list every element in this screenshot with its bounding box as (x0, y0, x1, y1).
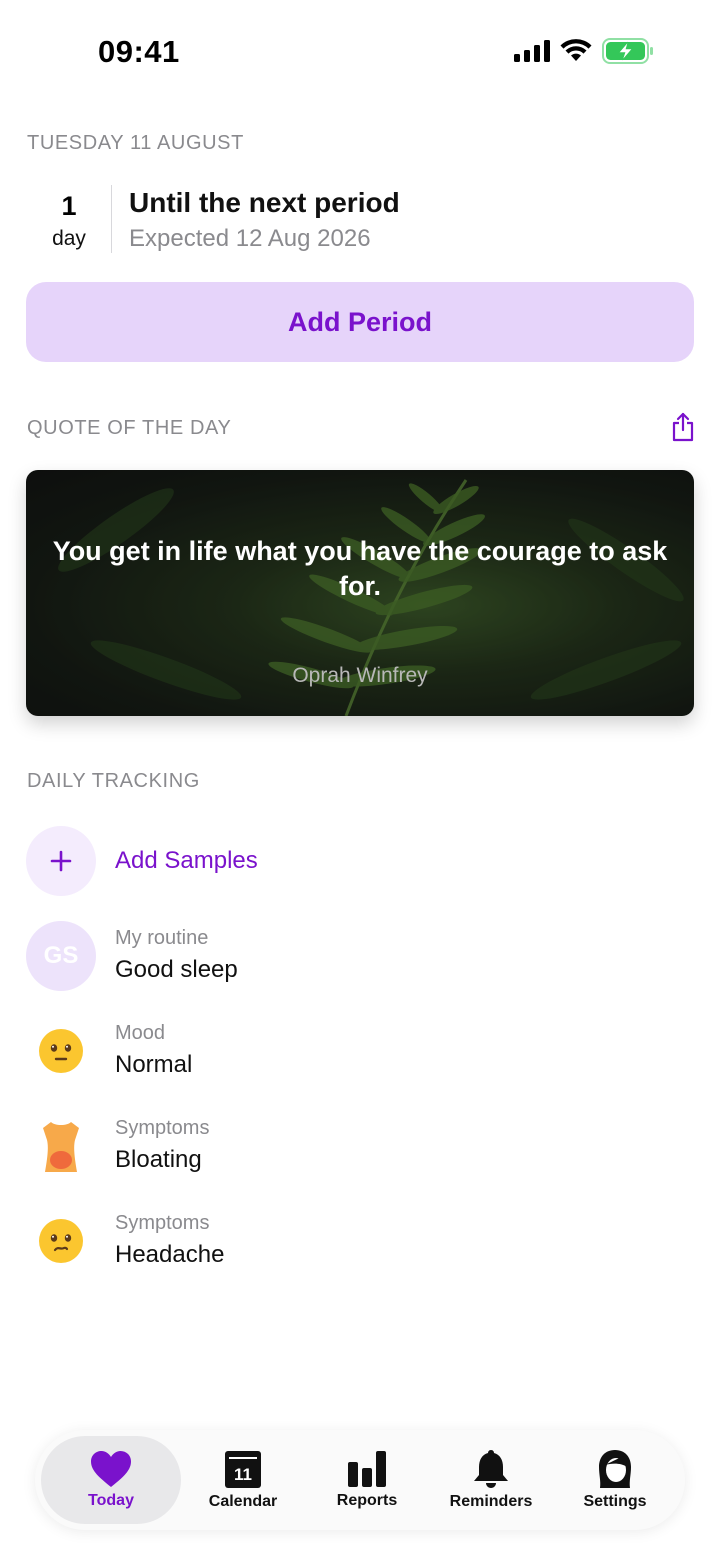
heart-icon (91, 1451, 131, 1487)
tracking-item-bloating[interactable]: Symptoms Bloating (26, 1111, 666, 1181)
quote-text: You get in life what you have the courag… (52, 536, 668, 601)
status-bar: 09:41 (0, 0, 720, 100)
period-countdown: 1 day Until the next period Expected 12 … (27, 185, 667, 255)
date-header: TUESDAY 11 AUGUST (27, 132, 244, 154)
tracking-item-value: Normal (115, 1051, 193, 1078)
tracking-item-routine[interactable]: GS My routine Good sleep (26, 921, 666, 991)
tab-label: Settings (583, 1493, 647, 1510)
tab-label: Today (88, 1492, 134, 1509)
tracking-item-category: My routine (115, 927, 209, 949)
cellular-signal-icon (514, 40, 550, 62)
initials-icon: GS (26, 921, 96, 991)
status-icons (514, 38, 654, 64)
tracking-item-category: Symptoms (115, 1212, 210, 1234)
quote-section-label: QUOTE OF THE DAY (27, 417, 232, 439)
plus-icon[interactable] (26, 826, 96, 896)
tracking-item-mood[interactable]: Mood Normal (26, 1016, 666, 1086)
wifi-icon (560, 39, 592, 61)
tracking-item-category: Symptoms (115, 1117, 210, 1139)
add-period-button[interactable]: Add Period (26, 282, 694, 362)
tab-today[interactable]: Today (41, 1436, 181, 1524)
tracking-item-value: Bloating (115, 1146, 202, 1173)
add-samples-label[interactable]: Add Samples (115, 847, 258, 875)
countdown-divider (111, 185, 112, 253)
tracking-item-value: Good sleep (115, 956, 238, 983)
tracking-item-headache[interactable]: Symptoms Headache (26, 1206, 666, 1276)
routine-initials: GS (43, 942, 79, 969)
daily-tracking-label: DAILY TRACKING (27, 770, 200, 792)
share-icon[interactable] (670, 412, 696, 442)
tab-reports[interactable]: Reports (305, 1436, 429, 1524)
battery-charging-icon (602, 38, 653, 64)
tab-label: Reports (336, 1492, 398, 1509)
tab-calendar[interactable]: 11 Calendar (181, 1436, 305, 1524)
bell-icon (474, 1450, 508, 1488)
neutral-face-icon (26, 1016, 96, 1086)
tab-reminders[interactable]: Reminders (429, 1436, 553, 1524)
quote-card[interactable]: You get in life what you have the courag… (26, 470, 694, 716)
tracking-item-category: Mood (115, 1022, 166, 1044)
torso-icon (26, 1111, 96, 1181)
person-icon (599, 1450, 631, 1488)
add-samples-button[interactable]: Add Samples (26, 826, 666, 896)
countdown-title: Until the next period (129, 187, 400, 218)
bar-chart-icon (348, 1451, 386, 1487)
confused-face-icon (26, 1206, 96, 1276)
calendar-icon: 11 (225, 1451, 261, 1488)
tab-bar: Today 11 Calendar Reports Reminders Sett… (35, 1430, 685, 1530)
tracking-item-value: Headache (115, 1241, 225, 1268)
status-time: 09:41 (98, 34, 180, 69)
countdown-number: 1 (61, 191, 77, 221)
tab-label: Calendar (208, 1493, 278, 1510)
calendar-day-badge: 11 (234, 1465, 252, 1484)
tab-label: Reminders (449, 1493, 533, 1510)
tab-settings[interactable]: Settings (553, 1436, 677, 1524)
quote-author: Oprah Winfrey (292, 664, 428, 687)
countdown-subtitle: Expected 12 Aug 2026 (129, 225, 371, 252)
countdown-unit: day (52, 227, 86, 250)
